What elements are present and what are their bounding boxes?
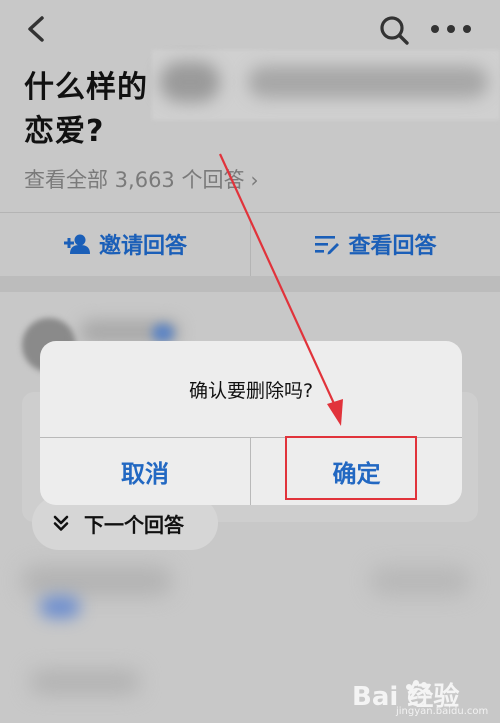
next-answer-label: 下一个回答 [84,512,184,537]
blurred-title-region [160,62,220,102]
invite-answer-label: 邀请回答 [98,234,187,259]
watermark-url: jingyan.baidu.com [396,706,489,717]
back-icon[interactable] [22,14,52,44]
question-actions: 邀请回答 查看回答 [0,213,500,277]
blurred-content [370,566,470,596]
page: 什么样的 恋爱? 查看全部 3,663 个回答 › 邀请回答 查看回答 下一个回… [0,0,500,723]
highlight-box [285,436,417,500]
invite-answer-button[interactable]: 邀请回答 [0,213,250,275]
list-edit-icon [315,236,340,255]
search-icon[interactable] [378,14,410,46]
baidu-watermark: Bai 经验 jingyan.baidu.com [352,676,492,720]
blurred-content [30,670,140,694]
blurred-content [40,596,80,618]
dialog-message: 确认要删除吗? [188,379,314,402]
view-all-answers-link[interactable]: 查看全部 3,663 个回答 › [24,164,258,194]
double-chevron-down-icon [53,515,69,531]
view-answers-label: 查看回答 [348,234,437,259]
blurred-content [22,566,172,596]
more-icon[interactable] [428,18,474,40]
question-title-line1: 什么样的 [24,70,148,105]
chevron-right-icon: › [250,168,259,192]
view-answers-button[interactable]: 查看回答 [251,213,500,275]
blurred-title-region [248,66,488,98]
view-all-label: 查看全部 3,663 个回答 [24,168,245,192]
section-separator [0,276,500,292]
cancel-button[interactable]: 取消 [40,438,250,505]
add-user-icon [63,234,90,254]
blurred-content [152,324,174,342]
